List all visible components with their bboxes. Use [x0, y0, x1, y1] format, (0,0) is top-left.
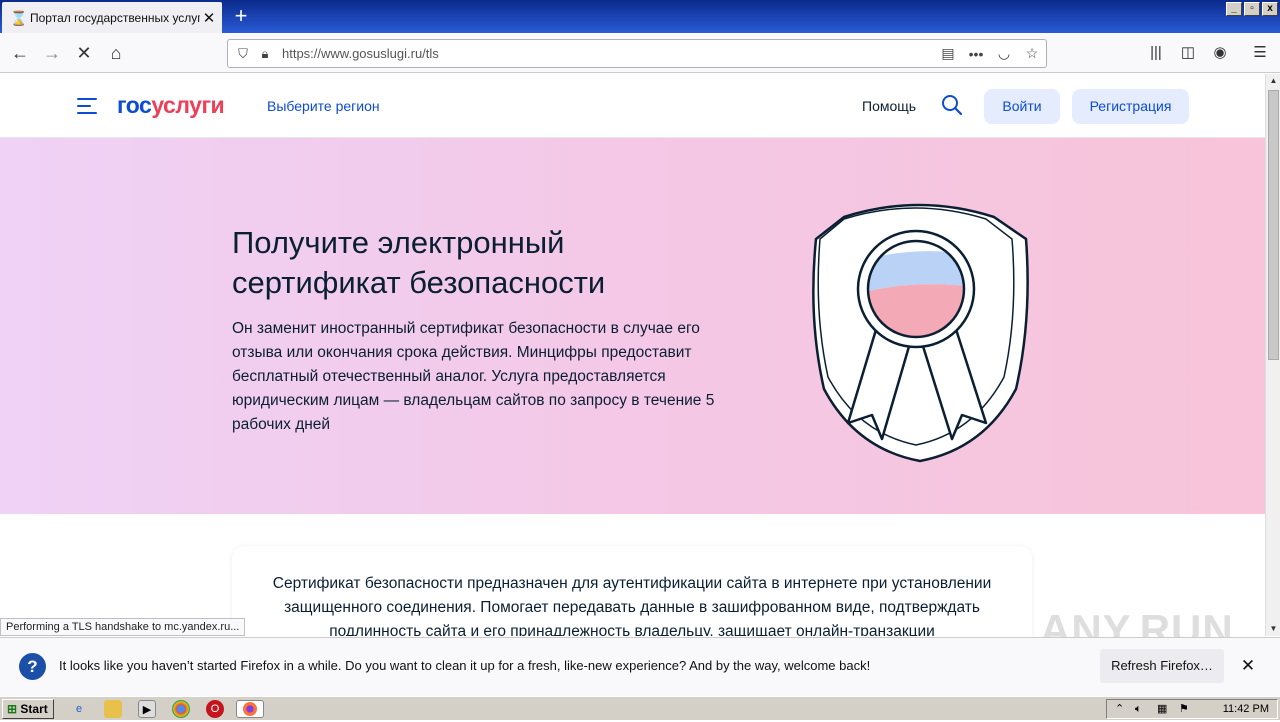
folder-icon[interactable]	[104, 700, 122, 718]
help-link[interactable]: Помощь	[862, 98, 916, 114]
clock[interactable]: 11:42 PM	[1223, 700, 1269, 718]
pocket-icon[interactable]: ◡	[990, 45, 1018, 62]
bookmark-star-icon[interactable]: ☆	[1018, 45, 1046, 62]
window-controls: _ ▫ x	[1226, 2, 1278, 16]
shield-icon[interactable]: ⛉	[232, 46, 254, 62]
hero-description: Он заменит иностранный сертификат безопа…	[232, 320, 715, 433]
account-icon[interactable]: ◉	[1206, 39, 1234, 67]
site-header: госуслуги Выберите регион Помощь Войти Р…	[0, 74, 1265, 138]
region-select-link[interactable]: Выберите регион	[267, 98, 380, 114]
gosuslugi-logo[interactable]: госуслуги	[117, 92, 225, 119]
status-tooltip: Performing a TLS handshake to mc.yandex.…	[0, 618, 246, 636]
stop-loading-button[interactable]: ✕	[70, 39, 98, 67]
tab-strip: ⌛ Портал государственных услуг ✕ + _ ▫ x	[0, 0, 1280, 33]
close-icon[interactable]: ✕	[1238, 656, 1258, 676]
library-icon[interactable]: |||	[1142, 39, 1170, 67]
hamburger-menu-icon[interactable]	[77, 98, 97, 114]
tab-close-icon[interactable]: ✕	[200, 9, 218, 27]
tab-title: Портал государственных услуг	[30, 10, 200, 25]
info-card: Сертификат безопасности предназначен для…	[232, 546, 1032, 636]
firefox-icon	[243, 702, 257, 716]
home-button[interactable]: ⌂	[102, 39, 130, 67]
windows-logo-icon: ⊞	[7, 702, 18, 716]
new-tab-button[interactable]: +	[229, 4, 253, 28]
scroll-up-arrow-icon[interactable]: ▲	[1266, 74, 1280, 88]
sidebar-icon[interactable]: ◫	[1174, 39, 1202, 67]
network-icon[interactable]: ▦	[1157, 700, 1167, 718]
menu-icon[interactable]: ☰	[1246, 39, 1274, 67]
chrome-icon[interactable]	[172, 700, 190, 718]
info-card-text: Сертификат безопасности предназначен для…	[272, 575, 992, 636]
refresh-firefox-button[interactable]: Refresh Firefox…	[1100, 649, 1224, 683]
show-hidden-icons-icon[interactable]: ⌃	[1115, 700, 1124, 718]
lock-icon[interactable]: 🔒︎	[254, 46, 276, 62]
firefox-taskbar-button[interactable]	[236, 700, 264, 718]
internet-explorer-icon[interactable]: e	[70, 700, 88, 718]
scroll-down-arrow-icon[interactable]: ▼	[1266, 622, 1280, 636]
restore-button[interactable]: ▫	[1244, 2, 1260, 16]
url-text[interactable]: https://www.gosuslugi.ru/tls	[282, 46, 934, 61]
forward-button[interactable]: →	[38, 39, 66, 67]
certificate-badge-illustration	[812, 203, 1029, 463]
login-button[interactable]: Войти	[984, 89, 1060, 124]
media-player-icon[interactable]: ▶	[138, 700, 156, 718]
start-label: Start	[20, 702, 48, 716]
system-tray: ⌃ 🔈︎ ▦ ⚑ 11:42 PM	[1106, 699, 1278, 719]
notification-text: It looks like you haven’t started Firefo…	[59, 658, 871, 673]
browser-tab[interactable]: ⌛ Портал государственных услуг ✕	[2, 2, 222, 33]
navigation-toolbar: ← → ✕ ⌂ ⛉ 🔒︎ https://www.gosuslugi.ru/tl…	[0, 33, 1280, 73]
back-button[interactable]: ←	[6, 39, 34, 67]
minimize-button[interactable]: _	[1226, 2, 1242, 16]
notification-bar: ? It looks like you haven’t started Fire…	[0, 637, 1280, 696]
hero-banner: Получите электронный сертификат безопасн…	[0, 138, 1265, 514]
question-icon: ?	[19, 653, 46, 680]
hourglass-icon: ⌛	[10, 9, 28, 26]
opera-icon[interactable]: O	[206, 700, 224, 718]
taskbar: ⊞ Start e ▶ O ⌃ 🔈︎ ▦ ⚑ 11:42 PM	[0, 696, 1280, 720]
page-actions-icon[interactable]: •••	[962, 46, 990, 62]
volume-icon[interactable]: 🔈︎	[1135, 700, 1142, 718]
address-bar[interactable]: ⛉ 🔒︎ https://www.gosuslugi.ru/tls ▤ ••• …	[227, 39, 1047, 68]
search-icon[interactable]	[941, 94, 963, 116]
page-viewport: госуслуги Выберите регион Помощь Войти Р…	[0, 74, 1265, 636]
hero-title: Получите электронный сертификат безопасн…	[232, 225, 606, 300]
reader-view-icon[interactable]: ▤	[934, 45, 962, 62]
page-scrollbar[interactable]: ▲ ▼	[1265, 74, 1280, 636]
start-button[interactable]: ⊞ Start	[2, 699, 54, 719]
scrollbar-thumb[interactable]	[1268, 90, 1279, 360]
close-window-button[interactable]: x	[1262, 2, 1278, 16]
action-center-flag-icon[interactable]: ⚑	[1179, 700, 1189, 718]
register-button[interactable]: Регистрация	[1072, 89, 1189, 124]
